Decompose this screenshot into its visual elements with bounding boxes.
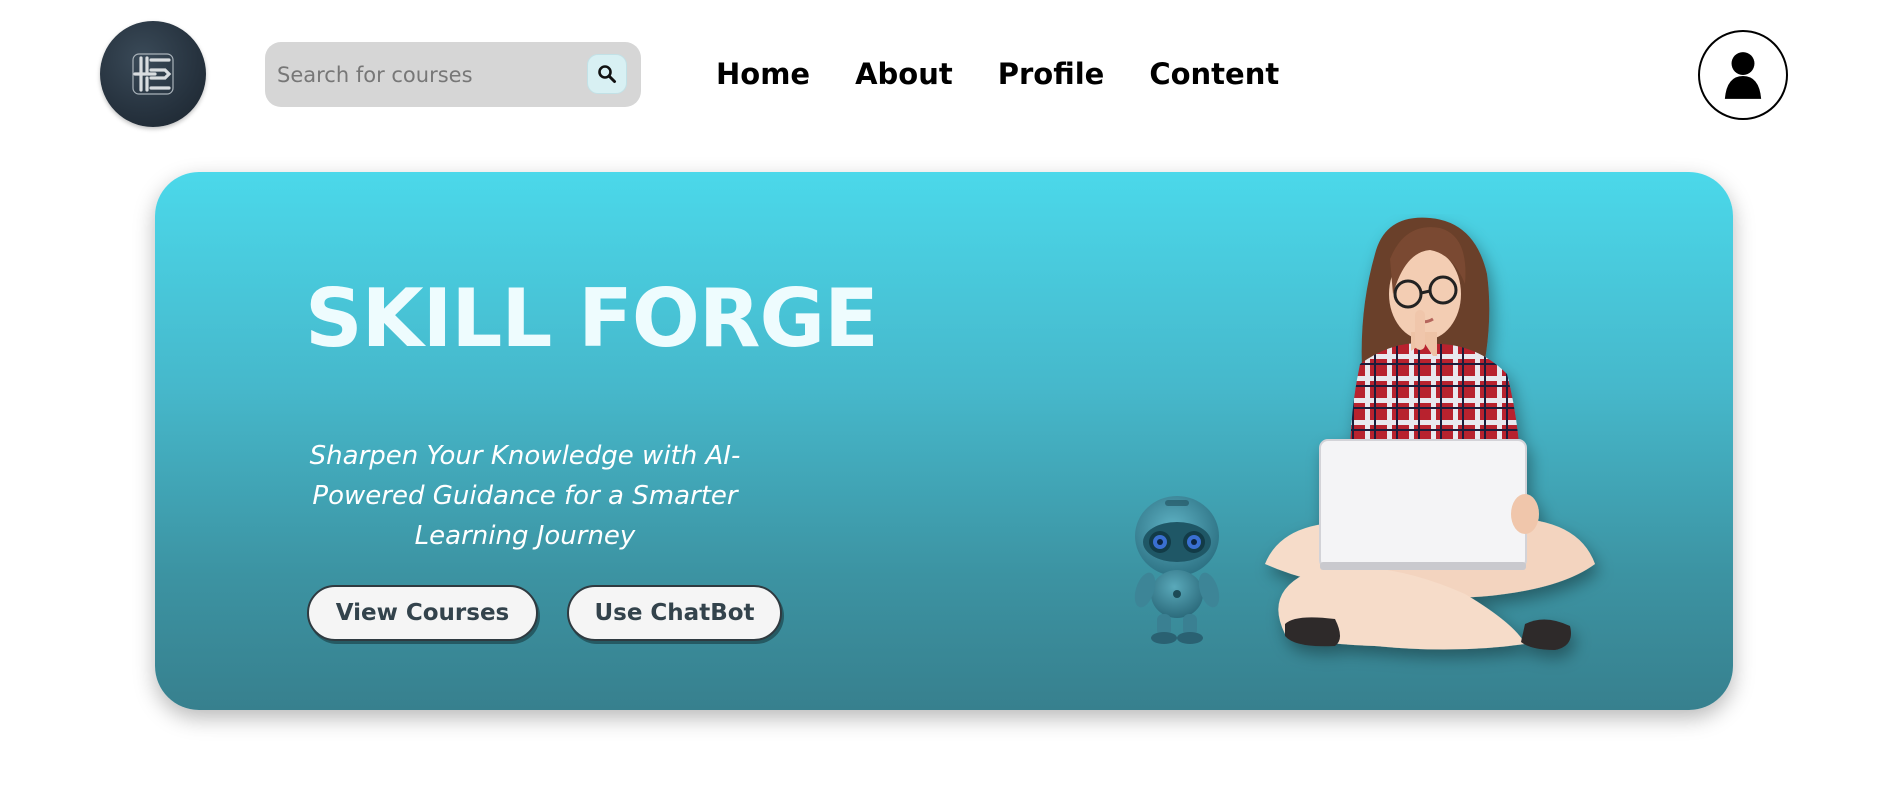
user-icon [1724, 52, 1762, 99]
logo-icon [132, 53, 174, 95]
nav-content[interactable]: Content [1149, 52, 1279, 96]
nav-about[interactable]: About [855, 52, 953, 96]
search-bar [265, 42, 641, 107]
nav-home[interactable]: Home [716, 52, 810, 96]
main-nav: Home About Profile Content [716, 52, 1279, 96]
site-logo[interactable] [100, 21, 206, 127]
hero-title: SKILL FORGE [305, 272, 879, 365]
landing-page: Home About Profile Content SKILL FORGE S… [0, 0, 1883, 787]
hero-tagline: Sharpen Your Knowledge with AI-Powered G… [309, 441, 741, 551]
robot-illustration [1134, 496, 1220, 644]
hero-banner: SKILL FORGE Sharpen Your Knowledge with … [155, 172, 1733, 710]
use-chatbot-button[interactable]: Use ChatBot [567, 585, 782, 641]
search-icon [598, 65, 616, 83]
student-with-laptop-illustration [1265, 217, 1595, 650]
search-button[interactable] [587, 54, 627, 94]
search-input[interactable] [277, 42, 587, 107]
view-courses-button[interactable]: View Courses [307, 585, 538, 641]
nav-profile[interactable]: Profile [998, 52, 1105, 96]
profile-avatar-button[interactable] [1698, 30, 1788, 120]
